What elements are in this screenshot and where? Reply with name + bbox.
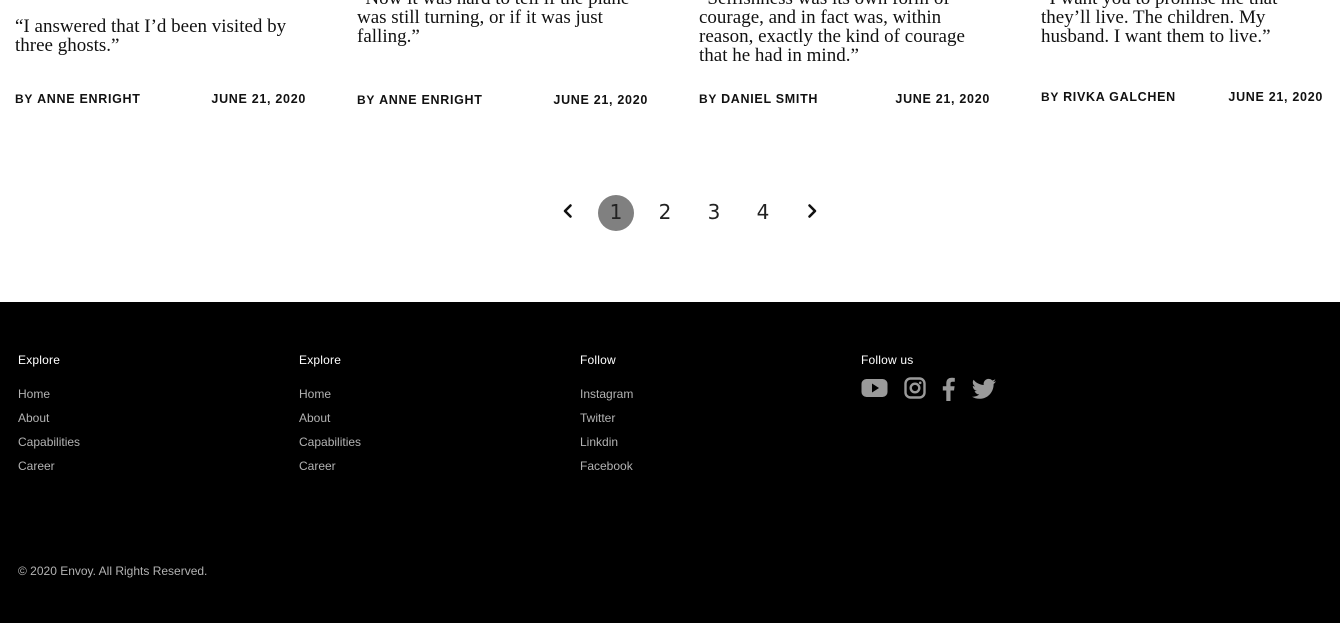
instagram-icon[interactable] (904, 376, 926, 400)
story-quote-line[interactable]: reason, exactly the kind of courage (699, 27, 965, 46)
copyright-text: © 2020 Envoy. All Rights Reserved. (18, 564, 208, 578)
story-date: JUNE 21, 2020 (895, 92, 990, 106)
footer-column-heading: Explore (18, 353, 61, 367)
footer-link-list: Instagram Twitter Linkdin Facebook (580, 382, 633, 478)
by-prefix: BY (15, 92, 34, 106)
footer-link-list: Home About Capabilities Career (18, 382, 80, 478)
footer-link-about[interactable]: About (18, 406, 80, 430)
footer-link-capabilities[interactable]: Capabilities (299, 430, 361, 454)
chevron-left-icon[interactable] (560, 203, 576, 219)
story-author[interactable]: ANNE ENRIGHT (37, 92, 141, 106)
footer-link-facebook[interactable]: Facebook (580, 454, 633, 478)
by-prefix: BY (357, 93, 376, 107)
footer-link-capabilities[interactable]: Capabilities (18, 430, 80, 454)
story-meta: BY ANNE ENRIGHT JUNE 21, 2020 (15, 92, 306, 106)
story-quote-line[interactable]: husband. I want them to live.” (1041, 27, 1271, 46)
footer-column-follow-us: Follow us (861, 353, 996, 401)
by-prefix: BY (699, 92, 718, 106)
story-byline: BY DANIEL SMITH (699, 92, 818, 106)
footer-column-heading: Follow (580, 353, 616, 367)
footer-link-career[interactable]: Career (299, 454, 361, 478)
story-quote-line[interactable]: that he had in mind.” (699, 46, 859, 65)
story-date: JUNE 21, 2020 (553, 93, 648, 107)
footer-link-home[interactable]: Home (299, 382, 361, 406)
social-icons (861, 376, 1001, 404)
story-author[interactable]: DANIEL SMITH (721, 92, 818, 106)
story-byline: BY ANNE ENRIGHT (15, 92, 141, 106)
story-quote-line[interactable]: they’ll live. The children. My (1041, 8, 1265, 27)
footer-link-career[interactable]: Career (18, 454, 80, 478)
youtube-icon[interactable] (861, 376, 888, 400)
footer-column-heading: Explore (299, 353, 342, 367)
footer-link-instagram[interactable]: Instagram (580, 382, 633, 406)
story-author[interactable]: ANNE ENRIGHT (379, 93, 483, 107)
story-quote-line[interactable]: was still turning, or if it was just (357, 8, 603, 27)
story-byline: BY ANNE ENRIGHT (357, 93, 483, 107)
footer-link-linkdin[interactable]: Linkdin (580, 430, 633, 454)
story-meta: BY DANIEL SMITH JUNE 21, 2020 (699, 92, 990, 106)
facebook-icon[interactable] (940, 376, 956, 402)
story-meta: BY ANNE ENRIGHT JUNE 21, 2020 (357, 93, 648, 107)
story-meta: BY RIVKA GALCHEN JUNE 21, 2020 (1041, 90, 1323, 104)
pagination: 1 2 3 4 (0, 190, 1340, 234)
story-date: JUNE 21, 2020 (1228, 90, 1323, 104)
page-button-4[interactable]: 4 (745, 195, 781, 231)
by-prefix: BY (1041, 90, 1060, 104)
footer-column-explore: Explore Home About Capabilities Career (18, 353, 80, 473)
twitter-icon[interactable] (971, 376, 997, 400)
footer-column-follow: Follow Instagram Twitter Linkdin Faceboo… (580, 353, 633, 473)
site-footer: Explore Home About Capabilities Career E… (0, 302, 1340, 623)
story-quote-line[interactable]: “I answered that I’d been visited by (15, 17, 286, 36)
story-byline: BY RIVKA GALCHEN (1041, 90, 1176, 104)
footer-link-about[interactable]: About (299, 406, 361, 430)
story-quote-line[interactable]: three ghosts.” (15, 36, 119, 55)
footer-link-home[interactable]: Home (18, 382, 80, 406)
footer-link-list: Home About Capabilities Career (299, 382, 361, 478)
page-button-3[interactable]: 3 (696, 195, 732, 231)
footer-link-twitter[interactable]: Twitter (580, 406, 633, 430)
story-list: “I answered that I’d been visited by thr… (0, 0, 1340, 302)
story-quote-line[interactable]: falling.” (357, 27, 420, 46)
chevron-right-icon[interactable] (804, 203, 820, 219)
footer-column-explore-2: Explore Home About Capabilities Career (299, 353, 361, 473)
page-button-1[interactable]: 1 (598, 195, 634, 231)
page-button-2[interactable]: 2 (647, 195, 683, 231)
story-date: JUNE 21, 2020 (211, 92, 306, 106)
story-author[interactable]: RIVKA GALCHEN (1063, 90, 1176, 104)
footer-column-heading: Follow us (861, 353, 914, 367)
story-quote-line[interactable]: courage, and in fact was, within (699, 8, 941, 27)
